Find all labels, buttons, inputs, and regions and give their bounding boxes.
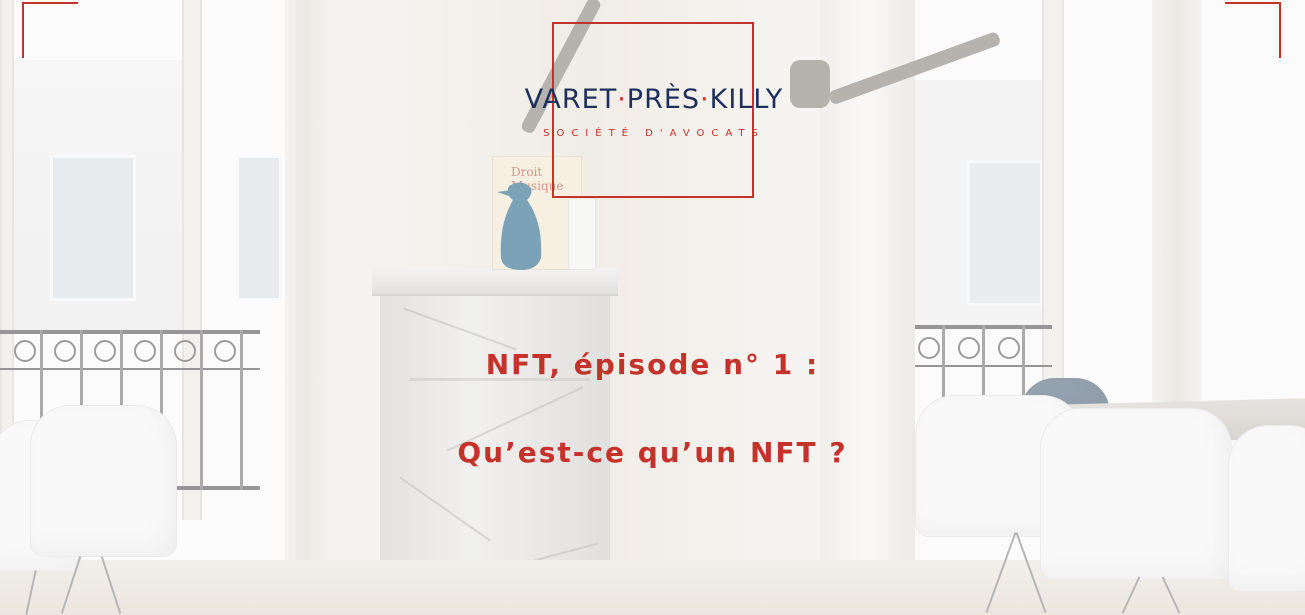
logo-separator: · [617,84,627,115]
logo-name-part: KILLY [709,84,784,115]
logo-name-part: PRÈS [626,84,701,115]
corner-bracket-icon [22,2,78,58]
corner-bracket-icon [1225,2,1281,58]
logo-separator: · [700,84,710,115]
episode-question: Qu’est-ce qu’un NFT ? [457,436,848,469]
logo-subtitle: SOCIÉTÉ D'AVOCATS [543,128,765,139]
logo-name: VARET·PRÈS·KILLY [488,84,820,115]
logo-name-part: VARET [524,84,618,115]
episode-title: NFT, épisode n° 1 : [485,348,820,381]
